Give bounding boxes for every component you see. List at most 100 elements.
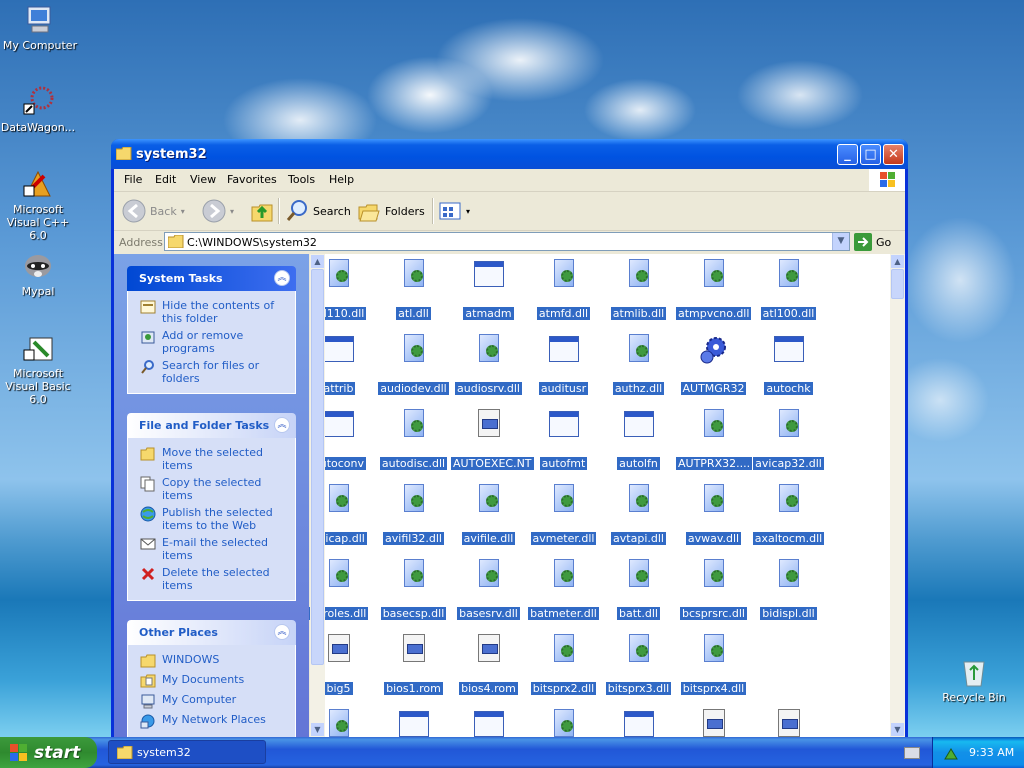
file-item[interactable]: autochk xyxy=(751,333,826,395)
file-list-scrollbar[interactable]: ▲ ▼ xyxy=(890,254,905,737)
task-pane-scrollbar[interactable]: ▲ ▼ xyxy=(310,254,325,737)
start-button[interactable]: start xyxy=(0,737,97,768)
file-item[interactable]: atmpvcno.dll xyxy=(676,258,752,320)
task-email[interactable]: E-mail the selected items xyxy=(138,536,289,562)
file-item[interactable]: AUTPRX32.... xyxy=(676,408,753,470)
back-button[interactable]: Back ▾ xyxy=(122,197,185,225)
file-item[interactable]: bitsprx4.dll xyxy=(676,633,751,695)
scroll-down-icon[interactable]: ▼ xyxy=(891,723,904,736)
file-item[interactable]: bitsprx2.dll xyxy=(526,633,601,695)
file-item[interactable]: atl100.dll xyxy=(751,258,826,320)
file-item[interactable]: avifil32.dll xyxy=(376,483,451,545)
file-item[interactable]: bcsprsrc.dll xyxy=(676,558,751,620)
file-item[interactable]: batt.dll xyxy=(601,558,676,620)
folders-button[interactable]: Folders xyxy=(357,197,425,225)
desktop-icon-visual-basic[interactable]: Microsoft Visual Basic 6.0 xyxy=(0,332,78,406)
file-item[interactable]: atmfd.dll xyxy=(526,258,601,320)
task-search-files[interactable]: Search for files or folders xyxy=(138,359,289,385)
system-tasks-header[interactable]: System Tasks ︽ xyxy=(127,266,296,291)
file-item[interactable] xyxy=(751,708,826,737)
file-item[interactable]: autofmt xyxy=(526,408,601,470)
task-delete[interactable]: Delete the selected items xyxy=(138,566,289,592)
file-item[interactable] xyxy=(526,708,601,737)
file-item[interactable]: bitsprx3.dll xyxy=(601,633,676,695)
collapse-icon[interactable]: ︽ xyxy=(274,624,290,640)
address-dropdown-icon[interactable]: ▼ xyxy=(832,233,849,250)
title-bar[interactable]: system32 _ □ ✕ xyxy=(111,139,908,169)
file-item[interactable]: atl.dll xyxy=(376,258,451,320)
file-item[interactable]: avifile.dll xyxy=(451,483,526,545)
file-item[interactable]: auditusr xyxy=(526,333,601,395)
scroll-up-icon[interactable]: ▲ xyxy=(891,255,904,268)
menu-help[interactable]: Help xyxy=(329,173,354,186)
desktop-icon-mypal[interactable]: Mypal xyxy=(0,250,78,298)
views-button[interactable]: ▾ xyxy=(438,197,470,225)
search-button[interactable]: Search xyxy=(285,197,351,225)
file-item[interactable]: axaltocm.dll xyxy=(751,483,826,545)
file-item[interactable]: basecsp.dll xyxy=(376,558,451,620)
file-item[interactable]: avwav.dll xyxy=(676,483,751,545)
file-item[interactable]: avmeter.dll xyxy=(526,483,601,545)
file-item[interactable]: avtapi.dll xyxy=(601,483,676,545)
file-list-view[interactable]: atl110.dll atl.dll atmadm atmfd.dll atmlib.d… xyxy=(308,254,905,737)
file-item[interactable]: bios1.rom xyxy=(376,633,451,695)
file-item[interactable]: basesrv.dll xyxy=(451,558,526,620)
file-item[interactable] xyxy=(601,708,676,737)
file-item[interactable]: AUTMGR32 xyxy=(676,333,751,395)
task-hide-contents[interactable]: Hide the contents of this folder xyxy=(138,299,289,325)
menu-edit[interactable]: Edit xyxy=(155,173,176,186)
file-item[interactable]: atmadm xyxy=(451,258,526,320)
file-item[interactable]: batmeter.dll xyxy=(526,558,601,620)
task-add-remove-programs[interactable]: Add or remove programs xyxy=(138,329,289,355)
minimize-button[interactable]: _ xyxy=(837,144,858,165)
desktop-icon-my-computer[interactable]: My Computer xyxy=(0,4,80,52)
place-my-network-places[interactable]: My Network Places xyxy=(138,713,289,729)
go-button[interactable]: Go xyxy=(854,232,891,252)
file-item[interactable] xyxy=(451,708,526,737)
clock[interactable]: 9:33 AM xyxy=(969,746,1014,759)
other-places-header[interactable]: Other Places ︽ xyxy=(127,620,296,645)
file-item[interactable]: bios4.rom xyxy=(451,633,526,695)
back-dropdown-icon[interactable]: ▾ xyxy=(181,207,185,216)
place-windows[interactable]: WINDOWS xyxy=(138,653,289,668)
up-folder-button[interactable] xyxy=(250,197,274,225)
file-item[interactable]: bidispl.dll xyxy=(751,558,826,620)
task-move[interactable]: Move the selected items xyxy=(138,446,289,472)
network-tray-icon[interactable] xyxy=(943,745,959,764)
scroll-thumb[interactable] xyxy=(891,269,904,299)
scroll-down-icon[interactable]: ▼ xyxy=(311,723,324,736)
file-item[interactable]: avicap32.dll xyxy=(751,408,826,470)
file-item[interactable]: autodisc.dll xyxy=(376,408,451,470)
taskbar-item-system32[interactable]: system32 xyxy=(108,740,266,764)
file-item[interactable]: authz.dll xyxy=(601,333,676,395)
file-item[interactable]: audiodev.dll xyxy=(376,333,451,395)
place-my-computer[interactable]: My Computer xyxy=(138,693,289,709)
collapse-icon[interactable]: ︽ xyxy=(274,270,290,286)
file-item[interactable]: atmlib.dll xyxy=(601,258,676,320)
task-publish[interactable]: Publish the selected items to the Web xyxy=(138,506,289,532)
address-input[interactable]: C:\WINDOWS\system32 ▼ xyxy=(164,232,850,251)
menu-file[interactable]: File xyxy=(124,173,142,186)
desktop-icon-visual-cpp[interactable]: Microsoft Visual C++ 6.0 xyxy=(0,168,78,242)
file-item[interactable] xyxy=(376,708,451,737)
place-my-documents[interactable]: My Documents xyxy=(138,673,289,688)
desktop-icon-datawagon[interactable]: DataWagon... xyxy=(0,86,78,134)
file-item[interactable]: audiosrv.dll xyxy=(451,333,526,395)
maximize-button[interactable]: □ xyxy=(860,144,881,165)
menu-favorites[interactable]: Favorites xyxy=(227,173,277,186)
task-copy[interactable]: Copy the selected items xyxy=(138,476,289,502)
desktop-icon-recycle-bin[interactable]: Recycle Bin xyxy=(934,656,1014,704)
views-dropdown-icon[interactable]: ▾ xyxy=(466,207,470,216)
collapse-icon[interactable]: ︽ xyxy=(274,417,290,433)
menu-view[interactable]: View xyxy=(190,173,216,186)
forward-button[interactable]: ▾ xyxy=(202,197,234,225)
keyboard-icon[interactable] xyxy=(904,747,920,759)
menu-tools[interactable]: Tools xyxy=(288,173,315,186)
file-item[interactable] xyxy=(676,708,751,737)
close-button[interactable]: ✕ xyxy=(883,144,904,165)
file-item[interactable]: AUTOEXEC.NT xyxy=(451,408,534,470)
scroll-up-icon[interactable]: ▲ xyxy=(311,255,324,268)
file-folder-tasks-header[interactable]: File and Folder Tasks ︽ xyxy=(127,413,296,438)
file-item[interactable]: autolfn xyxy=(601,408,676,470)
forward-dropdown-icon[interactable]: ▾ xyxy=(230,207,234,216)
